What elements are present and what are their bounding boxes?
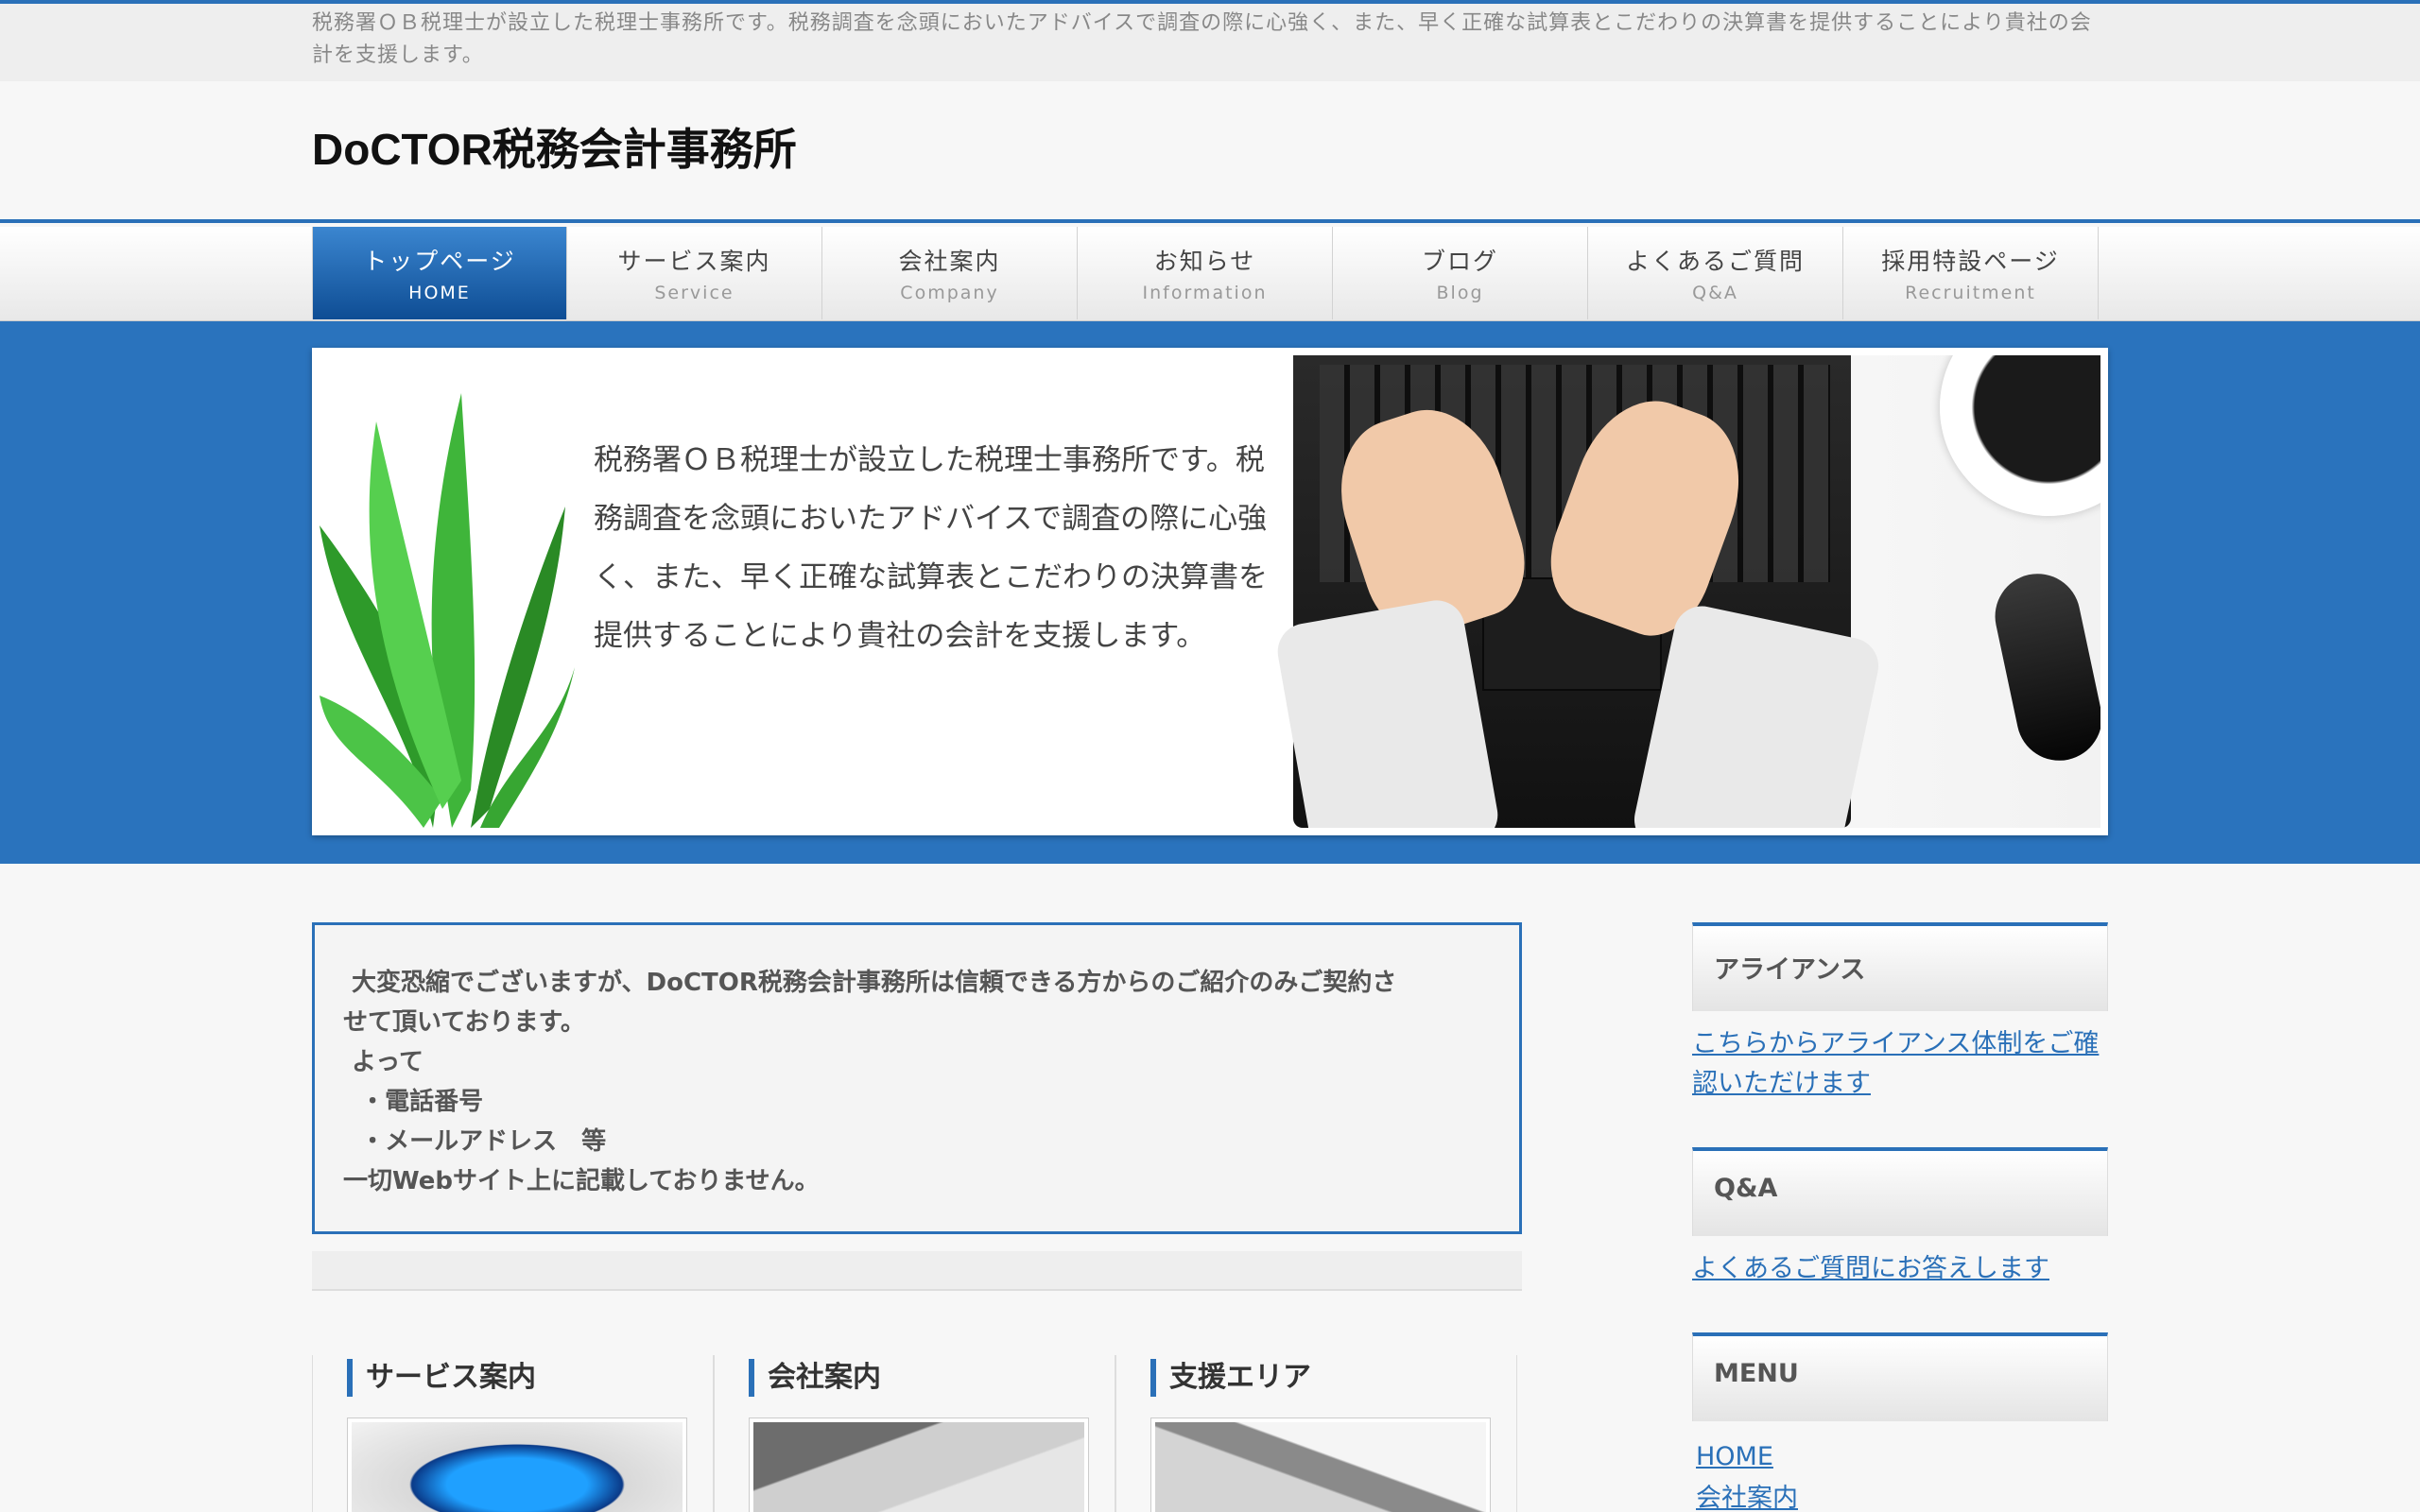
nav-label-en: Blog [1436, 283, 1484, 303]
nav-label-jp: よくあるご質問 [1625, 248, 1805, 275]
nav-item-information[interactable]: お知らせ Information [1078, 227, 1333, 319]
column-area: 支援エリア [1115, 1355, 1517, 1512]
plant-illustration [320, 393, 575, 828]
column-service: サービス案内 [312, 1355, 714, 1512]
nav-label-en: Recruitment [1905, 283, 2036, 303]
nav-label-jp: お知らせ [1153, 248, 1256, 275]
qa-link[interactable]: よくあるご質問にお答えします [1692, 1249, 2108, 1289]
menu-link-home[interactable]: HOME [1696, 1436, 1798, 1478]
nav-item-qa[interactable]: よくあるご質問 Q&A [1588, 227, 1843, 319]
nav-label-en: Company [900, 283, 999, 303]
computer-mouse [1987, 565, 2100, 769]
nav-label-en: HOME [408, 283, 471, 303]
nav-item-blog[interactable]: ブログ Blog [1333, 227, 1588, 319]
site-title[interactable]: DoCTOR税務会計事務所 [312, 115, 2108, 178]
sidebar-heading-menu: MENU [1692, 1332, 2108, 1421]
nav-label-jp: 採用特設ページ [1881, 248, 2060, 275]
column-title[interactable]: 支援エリア [1150, 1359, 1516, 1397]
nav-item-home[interactable]: トップページ HOME [312, 227, 567, 319]
column-thumbnail[interactable] [749, 1418, 1089, 1512]
sidebar-heading-alliance: アライアンス [1692, 922, 2108, 1011]
laptop-keyboard-image [1272, 355, 1884, 828]
hero-banner: 税務署ＯＢ税理士が設立した税理士事務所です。税務調査を念頭においたアドバイスで調… [312, 348, 2108, 835]
nav-label-jp: 会社案内 [898, 248, 1001, 275]
notice-box: 大変恐縮でございますが、DoCTOR税務会計事務所は信頼できる方からのご紹介のみ… [312, 922, 1522, 1234]
site-description: 税務署ＯＢ税理士が設立した税理士事務所です。税務調査を念頭においたアドバイスで調… [312, 11, 2092, 67]
column-thumbnail[interactable] [347, 1418, 687, 1512]
menu-link-company[interactable]: 会社案内 [1696, 1478, 1798, 1512]
column-title[interactable]: サービス案内 [347, 1359, 713, 1397]
laptop-screen-image [352, 1422, 683, 1512]
column-thumbnail[interactable] [1150, 1418, 1491, 1512]
column-company: 会社案内 [714, 1355, 1115, 1512]
nav-item-service[interactable]: サービス案内 Service [567, 227, 822, 319]
coffee-cup [1940, 355, 2100, 516]
nav-item-recruitment[interactable]: 採用特設ページ Recruitment [1843, 227, 2099, 319]
nav-item-company[interactable]: 会社案内 Company [822, 227, 1078, 319]
nav-label-en: Q&A [1692, 283, 1738, 303]
global-nav: トップページ HOME サービス案内 Service 会社案内 Company … [312, 227, 2108, 319]
nav-label-en: Information [1142, 283, 1268, 303]
nav-label-jp: ブログ [1421, 248, 1498, 275]
nav-label-jp: サービス案内 [617, 248, 771, 275]
hero-image: 税務署ＯＢ税理士が設立した税理士事務所です。税務調査を念頭においたアドバイスで調… [320, 355, 2100, 828]
hero-text: 税務署ＯＢ税理士が設立した税理士事務所です。税務調査を念頭においたアドバイスで調… [594, 443, 1268, 653]
right-sleeve [1629, 600, 1884, 828]
left-sleeve [1272, 595, 1503, 828]
sidebar-heading-qa: Q&A [1692, 1147, 2108, 1236]
nav-label-jp: トップページ [363, 248, 516, 275]
section-separator [312, 1251, 1522, 1291]
nav-label-en: Service [654, 283, 735, 303]
sidebar-menu-list: HOME 会社案内 [1696, 1436, 1798, 1512]
laptop-desk-image [1155, 1422, 1486, 1512]
laptop-typing-image [753, 1422, 1084, 1512]
notice-text: 大変恐縮でございますが、DoCTOR税務会計事務所は信頼できる方からのご紹介のみ… [343, 969, 1397, 1195]
column-title[interactable]: 会社案内 [749, 1359, 1115, 1397]
alliance-link[interactable]: こちらからアライアンス体制をご確認いただけます [1692, 1024, 2108, 1104]
